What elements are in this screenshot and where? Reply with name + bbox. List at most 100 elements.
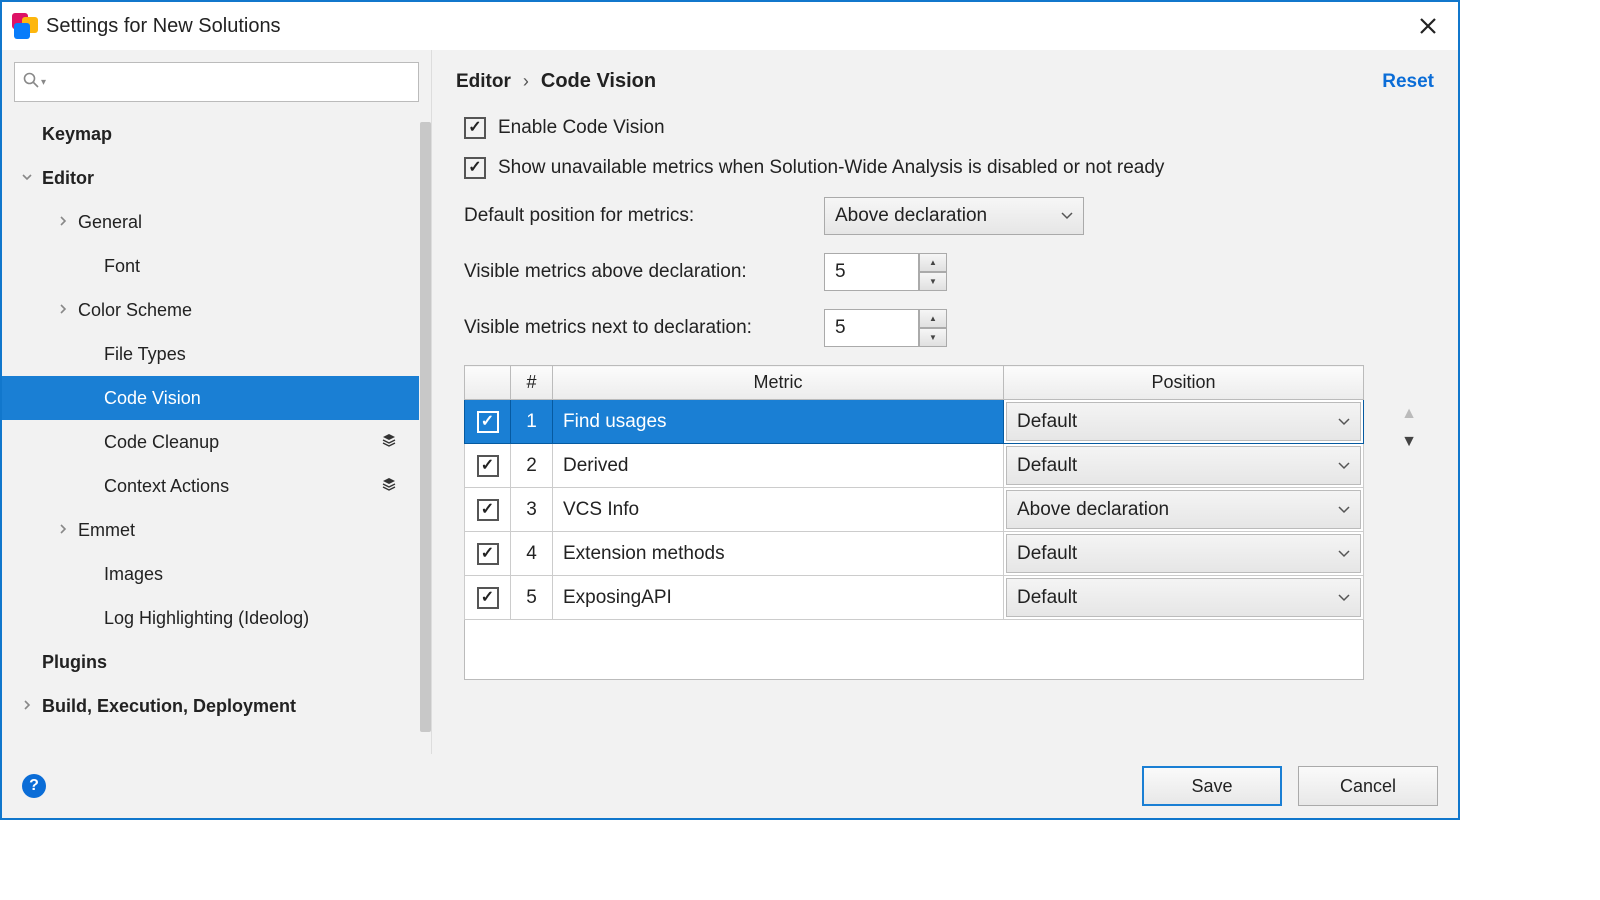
show-unavailable-checkbox[interactable] [464,157,486,179]
visible-above-label: Visible metrics above declaration: [464,261,824,283]
row-metric: Extension methods [553,532,1004,576]
titlebar: Settings for New Solutions [2,2,1458,50]
table-row[interactable]: 4Extension methodsDefault [465,532,1364,576]
row-metric: VCS Info [553,488,1004,532]
table-row[interactable]: 1Find usagesDefault [465,400,1364,444]
row-position-select[interactable]: Default [1006,402,1361,441]
row-enabled-checkbox[interactable] [477,411,499,433]
col-num[interactable]: # [511,366,553,400]
chevron-icon [58,215,78,229]
chevron-down-icon [1338,415,1350,429]
row-position-select[interactable]: Default [1006,578,1361,617]
chevron-down-icon [1338,547,1350,561]
row-enabled-checkbox[interactable] [477,587,499,609]
sidebar-item-label: Code Cleanup [104,432,381,453]
enable-code-vision-row[interactable]: Enable Code Vision [464,117,1434,139]
row-metric: ExposingAPI [553,576,1004,620]
table-row[interactable]: 5ExposingAPIDefault [465,576,1364,620]
enable-code-vision-label: Enable Code Vision [498,117,665,139]
row-index: 3 [511,488,553,532]
sidebar-item-code-vision[interactable]: Code Vision [2,376,419,420]
content-panel: Editor › Code Vision Reset Enable Code V… [432,50,1458,754]
search-icon [23,72,39,93]
sidebar-item-log-highlighting-ideolog-[interactable]: Log Highlighting (Ideolog) [2,596,419,640]
default-position-select[interactable]: Above declaration [824,197,1084,235]
sidebar-item-color-scheme[interactable]: Color Scheme [2,288,419,332]
visible-above-up[interactable]: ▲ [919,253,947,272]
move-down-button[interactable]: ▼ [1401,433,1417,451]
sidebar-scrollbar[interactable] [420,122,431,732]
sidebar-item-label: Log Highlighting (Ideolog) [104,608,419,629]
move-up-button[interactable]: ▲ [1401,405,1417,423]
col-position[interactable]: Position [1004,366,1364,400]
sidebar-item-font[interactable]: Font [2,244,419,288]
dialog-footer: ? Save Cancel [2,754,1458,818]
sidebar-item-label: Images [104,564,419,585]
visible-next-down[interactable]: ▼ [919,328,947,347]
close-icon[interactable] [1408,6,1448,46]
col-metric[interactable]: Metric [553,366,1004,400]
row-enabled-checkbox[interactable] [477,455,499,477]
chevron-down-icon [1338,503,1350,517]
enable-code-vision-checkbox[interactable] [464,117,486,139]
chevron-icon [58,303,78,317]
chevron-icon [22,171,42,185]
sidebar-item-label: File Types [104,344,419,365]
search-input[interactable] [52,73,410,91]
col-enabled[interactable] [465,366,511,400]
sidebar-item-label: Emmet [78,520,419,541]
visible-next-up[interactable]: ▲ [919,309,947,328]
sidebar-item-label: General [78,212,419,233]
search-dropdown-icon[interactable]: ▾ [41,77,46,88]
visible-above-down[interactable]: ▼ [919,272,947,291]
sidebar-item-general[interactable]: General [2,200,419,244]
sidebar-item-context-actions[interactable]: Context Actions [2,464,419,508]
sidebar-item-label: Keymap [42,124,419,145]
visible-above-input[interactable]: 5 [824,253,919,291]
help-icon[interactable]: ? [22,774,46,798]
sidebar-item-keymap[interactable]: Keymap [2,112,419,156]
sidebar-item-plugins[interactable]: Plugins [2,640,419,684]
sidebar-item-build-execution-deployment[interactable]: Build, Execution, Deployment [2,684,419,728]
save-button[interactable]: Save [1142,766,1282,806]
chevron-right-icon: › [523,71,529,92]
sidebar-item-code-cleanup[interactable]: Code Cleanup [2,420,419,464]
visible-next-input[interactable]: 5 [824,309,919,347]
window-title: Settings for New Solutions [46,15,281,38]
show-unavailable-row[interactable]: Show unavailable metrics when Solution-W… [464,157,1434,179]
sidebar-item-label: Font [104,256,419,277]
search-box[interactable]: ▾ [14,62,419,102]
settings-window: Settings for New Solutions ▾ Keymap Edito… [0,0,1460,820]
sidebar-item-file-types[interactable]: File Types [2,332,419,376]
breadcrumb-parent[interactable]: Editor [456,71,511,93]
reset-link[interactable]: Reset [1382,71,1434,93]
sidebar-item-label: Color Scheme [78,300,419,321]
chevron-icon [22,699,42,713]
visible-next-label: Visible metrics next to declaration: [464,317,824,339]
app-icon [12,13,38,39]
show-unavailable-label: Show unavailable metrics when Solution-W… [498,157,1164,179]
table-row[interactable]: 2DerivedDefault [465,444,1364,488]
layers-icon [381,476,397,497]
chevron-down-icon [1338,591,1350,605]
row-index: 5 [511,576,553,620]
sidebar-item-label: Context Actions [104,476,381,497]
sidebar-item-label: Build, Execution, Deployment [42,696,419,717]
row-position-select[interactable]: Default [1006,534,1361,573]
chevron-icon [58,523,78,537]
sidebar: ▾ Keymap Editor General Font Color Scheme Fil… [2,50,432,754]
row-enabled-checkbox[interactable] [477,499,499,521]
row-index: 4 [511,532,553,576]
sidebar-item-label: Editor [42,168,419,189]
sidebar-item-editor[interactable]: Editor [2,156,419,200]
chevron-down-icon [1338,459,1350,473]
row-metric: Derived [553,444,1004,488]
table-row[interactable]: 3VCS InfoAbove declaration [465,488,1364,532]
row-position-select[interactable]: Default [1006,446,1361,485]
row-position-select[interactable]: Above declaration [1006,490,1361,529]
sidebar-item-emmet[interactable]: Emmet [2,508,419,552]
cancel-button[interactable]: Cancel [1298,766,1438,806]
sidebar-item-images[interactable]: Images [2,552,419,596]
row-enabled-checkbox[interactable] [477,543,499,565]
breadcrumb: Editor › Code Vision Reset [456,70,1434,93]
